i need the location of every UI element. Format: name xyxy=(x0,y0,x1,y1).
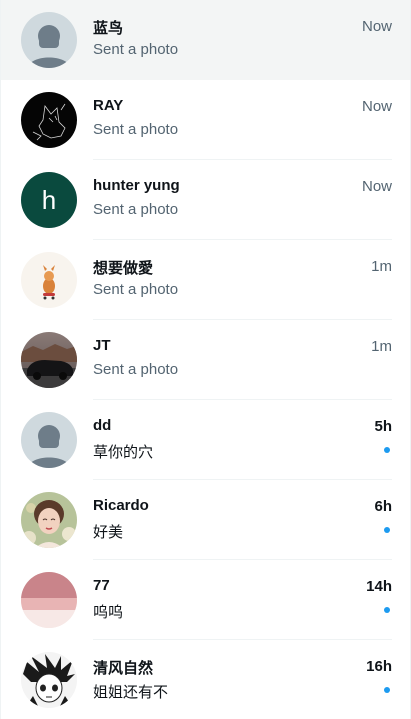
conversation-body: RAY Sent a photo Now xyxy=(93,80,392,160)
sender-name: 蓝鸟 xyxy=(93,20,124,37)
letter-avatar[interactable]: h xyxy=(21,172,77,228)
message-preview: Sent a photo xyxy=(93,41,179,58)
conversation-item[interactable]: RAY Sent a photo Now xyxy=(1,80,410,160)
car-photo-avatar[interactable] xyxy=(21,332,77,388)
conversation-body: 清风自然 姐姐还有不 16h xyxy=(93,640,392,719)
sender-name: 77 xyxy=(93,577,110,594)
message-preview: Sent a photo xyxy=(93,361,179,378)
conversation-item[interactable]: h hunter yung Sent a photo Now xyxy=(1,160,410,240)
default-avatar-icon[interactable] xyxy=(21,412,77,468)
message-preview: 呜呜 xyxy=(93,604,124,621)
message-preview: Sent a photo xyxy=(93,281,179,298)
message-time: 5h xyxy=(374,418,392,435)
conversation-item[interactable]: 想要做愛 Sent a photo 1m xyxy=(1,240,410,320)
message-time: 16h xyxy=(366,658,392,675)
conversation-body: hunter yung Sent a photo Now xyxy=(93,160,392,240)
svg-text:h: h xyxy=(42,185,56,215)
sender-name: dd xyxy=(93,417,112,434)
sender-name: 想要做愛 xyxy=(93,260,154,277)
message-time: Now xyxy=(361,18,392,35)
conversation-item[interactable]: Ricardo 好美 6h xyxy=(1,480,410,560)
sender-name: 清风自然 xyxy=(93,660,154,677)
message-time: 1m xyxy=(371,338,392,355)
unread-dot-icon xyxy=(384,607,390,613)
conversation-item[interactable]: dd 草你的穴 5h xyxy=(1,400,410,480)
conversation-list: 蓝鸟 Sent a photo Now RAY Sent a photo Now xyxy=(0,0,411,719)
sender-name: hunter yung xyxy=(93,177,180,194)
message-preview: 姐姐还有不 xyxy=(93,684,169,701)
sender-name: Ricardo xyxy=(93,497,149,514)
unread-dot-icon xyxy=(384,447,390,453)
message-preview: 草你的穴 xyxy=(93,444,154,461)
conversation-item[interactable]: JT Sent a photo 1m xyxy=(1,320,410,400)
conversation-item[interactable]: 清风自然 姐姐还有不 16h xyxy=(1,640,410,719)
message-time: 1m xyxy=(371,258,392,275)
pink-photo-avatar[interactable] xyxy=(21,572,77,628)
conversation-body: 77 呜呜 14h xyxy=(93,560,392,640)
message-time: Now xyxy=(361,178,392,195)
black-line-art-avatar[interactable] xyxy=(21,92,77,148)
message-preview: 好美 xyxy=(93,524,124,541)
conversation-body: Ricardo 好美 6h xyxy=(93,480,392,560)
message-time: 14h xyxy=(366,578,392,595)
sender-name: RAY xyxy=(93,97,124,114)
message-time: Now xyxy=(361,98,392,115)
conversation-body: 想要做愛 Sent a photo 1m xyxy=(93,240,392,320)
message-preview: Sent a photo xyxy=(93,201,179,218)
message-preview: Sent a photo xyxy=(93,121,179,138)
unread-dot-icon xyxy=(384,687,390,693)
conversation-item[interactable]: 蓝鸟 Sent a photo Now xyxy=(1,0,410,80)
conversation-body: dd 草你的穴 5h xyxy=(93,400,392,480)
default-avatar-icon[interactable] xyxy=(21,12,77,68)
manga-avatar[interactable] xyxy=(21,652,77,708)
conversation-item[interactable]: 77 呜呜 14h xyxy=(1,560,410,640)
illustration-avatar[interactable] xyxy=(21,252,77,308)
conversation-body: JT Sent a photo 1m xyxy=(93,320,392,400)
conversation-body: 蓝鸟 Sent a photo Now xyxy=(93,0,392,80)
message-time: 6h xyxy=(374,498,392,515)
sender-name: JT xyxy=(93,337,111,354)
portrait-avatar[interactable] xyxy=(21,492,77,548)
unread-dot-icon xyxy=(384,527,390,533)
